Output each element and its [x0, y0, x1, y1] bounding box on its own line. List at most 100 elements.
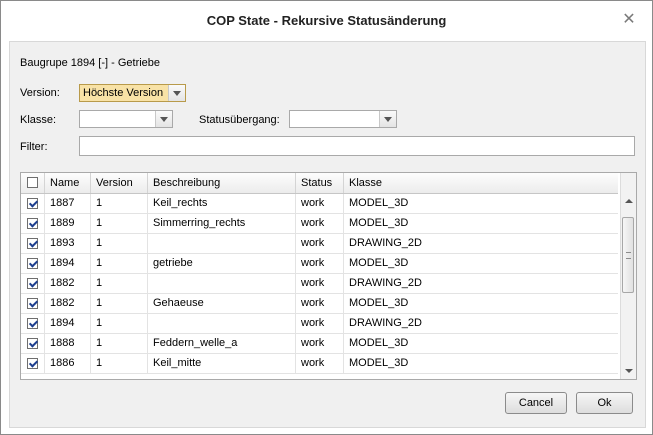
- cell-name: 1886: [45, 354, 91, 373]
- chevron-down-icon[interactable]: [168, 85, 185, 101]
- cell-version: 1: [91, 274, 148, 293]
- header-select-cell: [21, 173, 45, 193]
- table-row[interactable]: 1894 1 work DRAWING_2D: [21, 314, 618, 334]
- cell-klasse: MODEL_3D: [349, 217, 409, 229]
- cell-name: 1887: [45, 194, 91, 213]
- row-select-cell: [21, 334, 45, 353]
- row-select-cell: [21, 234, 45, 253]
- scroll-up-icon[interactable]: [621, 193, 636, 209]
- row-select-cell: [21, 294, 45, 313]
- row-checkbox[interactable]: [27, 298, 38, 309]
- version-select-value: Höchste Version: [83, 87, 164, 99]
- row-checkbox[interactable]: [27, 198, 38, 209]
- vertical-scrollbar[interactable]: [620, 173, 636, 379]
- cell-version: 1: [91, 314, 148, 333]
- cell-status: work: [296, 314, 344, 333]
- cell-status: work: [296, 234, 344, 253]
- cell-status: work: [296, 294, 344, 313]
- row-checkbox[interactable]: [27, 258, 38, 269]
- scrollbar-thumb[interactable]: [622, 217, 634, 293]
- cell-klasse: DRAWING_2D: [349, 317, 422, 329]
- row-select-cell: [21, 214, 45, 233]
- cell-name: 1894: [45, 254, 91, 273]
- close-icon[interactable]: ✕: [622, 12, 636, 28]
- cell-beschreibung: Keil_rechts: [148, 194, 296, 213]
- row-select-cell: [21, 314, 45, 333]
- filter-label: Filter:: [20, 141, 48, 153]
- row-checkbox[interactable]: [27, 318, 38, 329]
- cell-name: 1882: [45, 294, 91, 313]
- table-row[interactable]: 1888 1 Feddern_welle_a work MODEL_3D: [21, 334, 618, 354]
- cell-klasse: MODEL_3D: [349, 297, 409, 309]
- row-checkbox[interactable]: [27, 358, 38, 369]
- klasse-select[interactable]: [79, 110, 173, 128]
- select-all-checkbox[interactable]: [27, 177, 38, 188]
- cell-klasse: DRAWING_2D: [349, 237, 422, 249]
- table-row[interactable]: 1882 1 work DRAWING_2D: [21, 274, 618, 294]
- cell-beschreibung: [148, 314, 296, 333]
- scroll-down-icon[interactable]: [621, 363, 636, 379]
- cell-name: 1888: [45, 334, 91, 353]
- cell-version: 1: [91, 214, 148, 233]
- cell-beschreibung: Gehaeuse: [148, 294, 296, 313]
- row-select-cell: [21, 254, 45, 273]
- items-table: Name Version Beschreibung Status Klasse …: [20, 172, 637, 380]
- cell-klasse: MODEL_3D: [349, 257, 409, 269]
- cell-beschreibung: Feddern_welle_a: [148, 334, 296, 353]
- table-row[interactable]: 1893 1 work DRAWING_2D: [21, 234, 618, 254]
- cell-beschreibung: [148, 234, 296, 253]
- statusuebergang-select[interactable]: [289, 110, 397, 128]
- grip-icon: [626, 252, 631, 259]
- table-header: Name Version Beschreibung Status Klasse: [21, 173, 618, 194]
- column-header-klasse[interactable]: Klasse: [344, 173, 618, 193]
- filter-input[interactable]: [79, 136, 635, 156]
- cell-version: 1: [91, 194, 148, 213]
- dialog-window: COP State - Rekursive Statusänderung ✕ B…: [0, 0, 653, 435]
- row-checkbox[interactable]: [27, 238, 38, 249]
- cell-name: 1893: [45, 234, 91, 253]
- table-row[interactable]: 1886 1 Keil_mitte work MODEL_3D: [21, 354, 618, 374]
- cell-beschreibung: getriebe: [148, 254, 296, 273]
- cell-beschreibung: Simmerring_rechts: [148, 214, 296, 233]
- cell-klasse: MODEL_3D: [349, 337, 409, 349]
- row-checkbox[interactable]: [27, 218, 38, 229]
- cell-name: 1882: [45, 274, 91, 293]
- cell-status: work: [296, 254, 344, 273]
- cell-status: work: [296, 334, 344, 353]
- table-row[interactable]: 1894 1 getriebe work MODEL_3D: [21, 254, 618, 274]
- table-row[interactable]: 1887 1 Keil_rechts work MODEL_3D: [21, 194, 618, 214]
- cell-version: 1: [91, 294, 148, 313]
- statusuebergang-label: Statusübergang:: [199, 114, 280, 126]
- cell-status: work: [296, 214, 344, 233]
- table-row[interactable]: 1889 1 Simmerring_rechts work MODEL_3D: [21, 214, 618, 234]
- column-header-version[interactable]: Version: [91, 173, 148, 193]
- cell-beschreibung: [148, 274, 296, 293]
- row-select-cell: [21, 354, 45, 373]
- cell-status: work: [296, 274, 344, 293]
- cell-klasse: MODEL_3D: [349, 357, 409, 369]
- cell-name: 1894: [45, 314, 91, 333]
- row-checkbox[interactable]: [27, 338, 38, 349]
- row-checkbox[interactable]: [27, 278, 38, 289]
- cell-klasse: DRAWING_2D: [349, 277, 422, 289]
- column-header-status[interactable]: Status: [296, 173, 344, 193]
- row-select-cell: [21, 274, 45, 293]
- cancel-button[interactable]: Cancel: [505, 392, 567, 414]
- cell-version: 1: [91, 254, 148, 273]
- cell-version: 1: [91, 354, 148, 373]
- cell-status: work: [296, 194, 344, 213]
- chevron-down-icon[interactable]: [155, 111, 172, 127]
- column-header-beschreibung[interactable]: Beschreibung: [148, 173, 296, 193]
- cell-klasse: MODEL_3D: [349, 197, 409, 209]
- window-title: COP State - Rekursive Statusänderung: [206, 13, 447, 28]
- column-header-name[interactable]: Name: [45, 173, 91, 193]
- ok-button[interactable]: Ok: [576, 392, 633, 414]
- cell-beschreibung: Keil_mitte: [148, 354, 296, 373]
- table-row[interactable]: 1882 1 Gehaeuse work MODEL_3D: [21, 294, 618, 314]
- klasse-label: Klasse:: [20, 114, 57, 126]
- chevron-down-icon[interactable]: [379, 111, 396, 127]
- version-select[interactable]: Höchste Version: [79, 84, 186, 102]
- cell-version: 1: [91, 334, 148, 353]
- cell-name: 1889: [45, 214, 91, 233]
- row-select-cell: [21, 194, 45, 213]
